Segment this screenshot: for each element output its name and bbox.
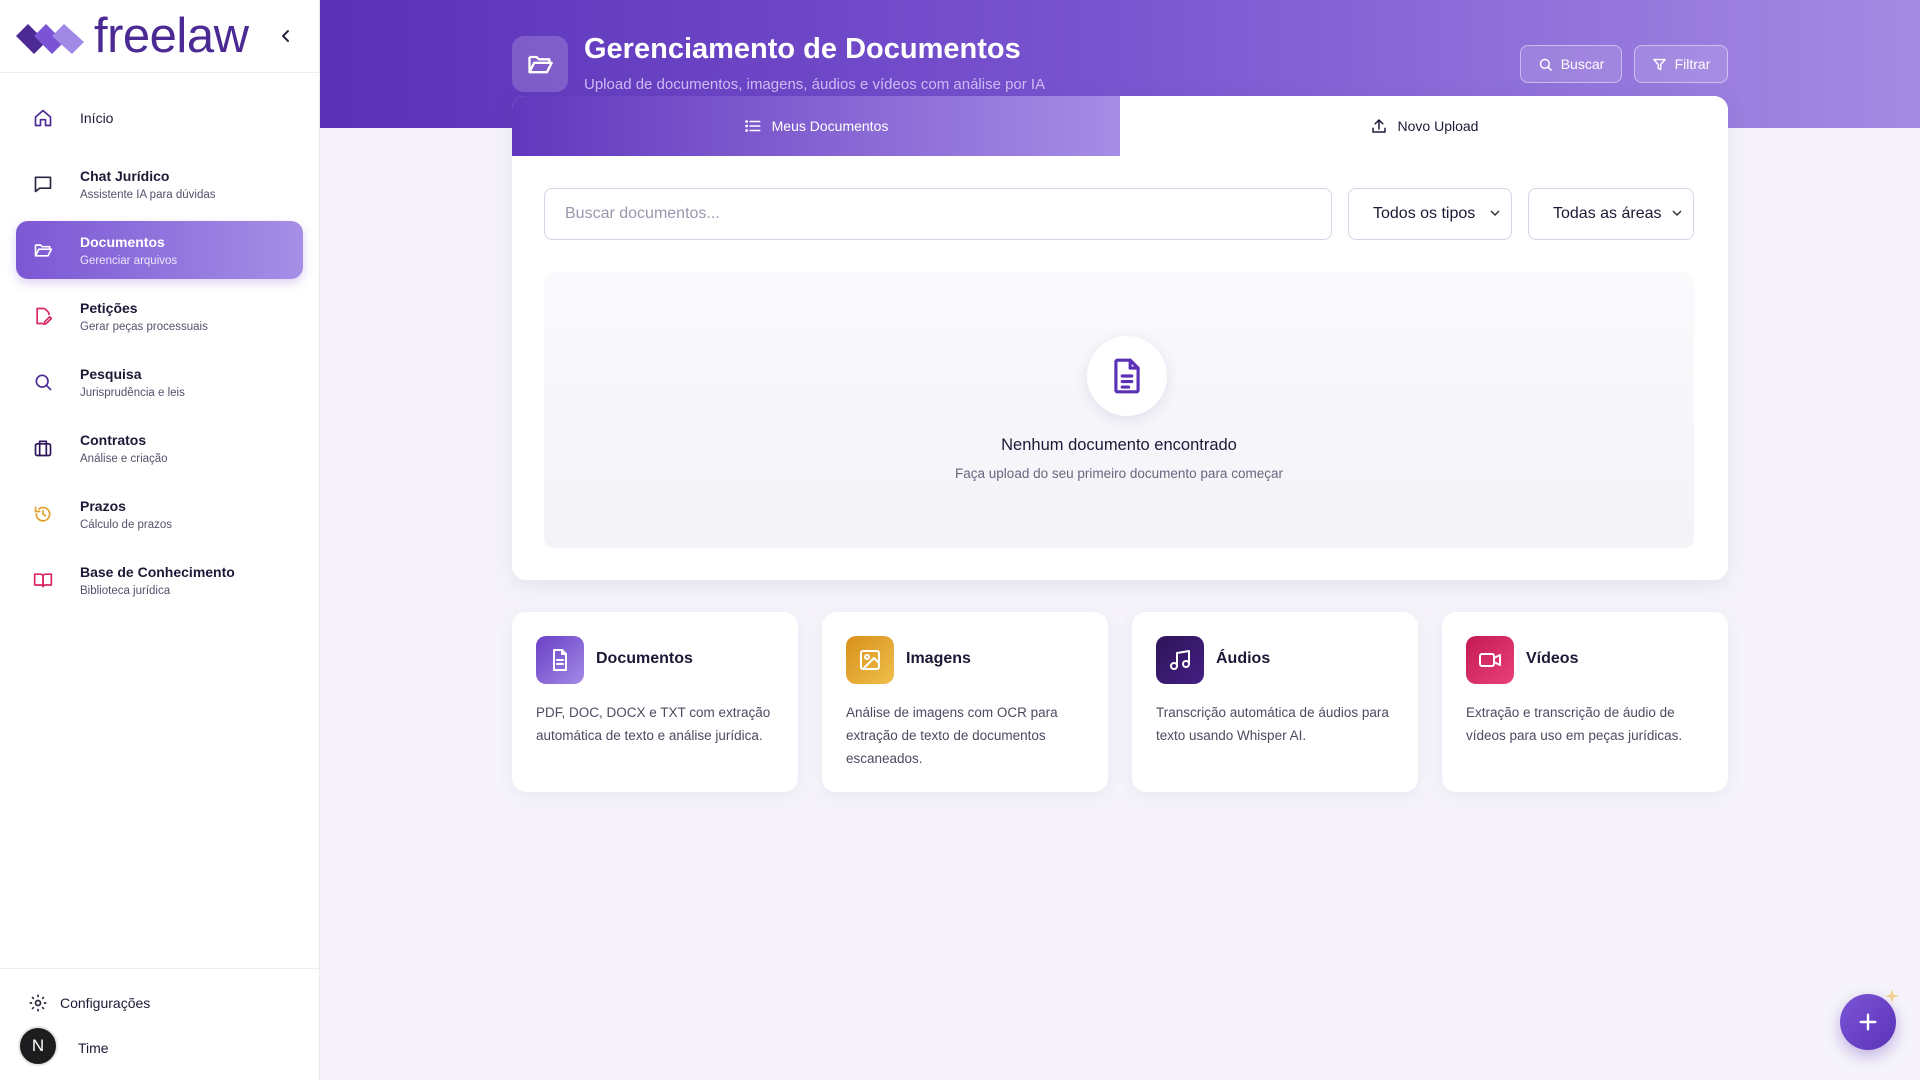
chevron-left-icon — [282, 30, 289, 42]
folder-open-icon — [32, 239, 54, 261]
sidebar-item-label: Documentos — [80, 233, 165, 250]
freelaw-logo-icon — [16, 24, 84, 54]
feature-card-documentos: Documentos PDF, DOC, DOCX e TXT com extr… — [512, 612, 798, 792]
sidebar-item-pesquisa[interactable]: Pesquisa Jurisprudência e leis — [16, 353, 303, 411]
open-book-icon — [32, 569, 54, 591]
sidebar-item-documentos[interactable]: Documentos Gerenciar arquivos — [16, 221, 303, 279]
gear-icon — [29, 994, 47, 1012]
sidebar-item-base-de-conhecimento[interactable]: Base de Conhecimento Biblioteca jurídica — [16, 551, 303, 609]
document-icon — [536, 636, 584, 684]
feature-description: Extração e transcrição de áudio de vídeo… — [1466, 705, 1683, 743]
sidebar-item-label: Início — [80, 110, 114, 126]
feature-title: Vídeos — [1526, 650, 1579, 667]
list-icon — [744, 120, 761, 132]
sidebar-item-sublabel: Assistente IA para dúvidas — [80, 188, 216, 201]
tab-novo-upload[interactable]: Novo Upload — [1120, 96, 1728, 156]
page-title: Gerenciamento de Documentos — [584, 33, 1021, 65]
avatar: N — [18, 1026, 58, 1066]
sidebar-item-sublabel: Gerar peças processuais — [80, 320, 208, 333]
history-clock-icon — [32, 503, 54, 525]
home-icon — [32, 107, 54, 129]
feature-description: Transcrição automática de áudios para te… — [1156, 705, 1389, 743]
settings-link[interactable]: Configurações — [28, 993, 150, 1013]
brand-name: freelaw — [94, 8, 249, 63]
search-icon — [1539, 58, 1552, 71]
sidebar-item-sublabel: Análise e criação — [80, 452, 168, 465]
feature-card-audios: Áudios Transcrição automática de áudios … — [1132, 612, 1418, 792]
sidebar-item-contratos[interactable]: Contratos Análise e criação — [16, 419, 303, 477]
sidebar-item-label: Contratos — [80, 431, 147, 448]
briefcase-icon — [32, 437, 54, 459]
sidebar-item-label: Prazos — [80, 497, 126, 514]
search-button[interactable]: Buscar — [1520, 45, 1622, 83]
video-icon — [1466, 636, 1514, 684]
settings-label: Configurações — [60, 995, 151, 1011]
feature-card-imagens: Imagens Análise de imagens com OCR para … — [822, 612, 1108, 792]
chevron-down-icon — [1672, 210, 1682, 217]
sidebar-item-inicio[interactable]: Início — [16, 89, 303, 147]
tab-bar: Meus Documentos Novo Upload — [512, 96, 1728, 156]
document-search-input[interactable] — [544, 188, 1332, 240]
documents-panel: Meus Documentos Novo Upload Todos os tip… — [512, 96, 1728, 580]
area-filter-value: Todas as áreas — [1553, 205, 1662, 222]
feature-title: Documentos — [596, 650, 693, 667]
plus-icon — [1859, 1013, 1877, 1031]
user-name: Time — [78, 1040, 109, 1056]
sidebar: freelaw Início Chat Jurídico Assistente … — [0, 0, 320, 1080]
type-filter-value: Todos os tipos — [1373, 205, 1476, 222]
document-icon — [1087, 336, 1167, 416]
sidebar-item-sublabel: Cálculo de prazos — [80, 518, 173, 531]
feature-description: Análise de imagens com OCR para extração… — [846, 705, 1058, 766]
empty-state: Nenhum documento encontrado Faça upload … — [544, 272, 1694, 548]
feature-card-videos: Vídeos Extração e transcrição de áudio d… — [1442, 612, 1728, 792]
filter-button-label: Filtrar — [1674, 56, 1711, 72]
type-filter-select[interactable]: Todos os tipos — [1348, 188, 1512, 240]
brand: freelaw — [0, 0, 319, 73]
sidebar-item-sublabel: Gerenciar arquivos — [80, 254, 178, 267]
feature-description: PDF, DOC, DOCX e TXT com extração automá… — [536, 705, 771, 743]
sidebar-item-prazos[interactable]: Prazos Cálculo de prazos — [16, 485, 303, 543]
tab-meus-documentos[interactable]: Meus Documentos — [512, 96, 1120, 156]
feature-title: Imagens — [906, 650, 971, 667]
feature-title: Áudios — [1216, 650, 1271, 667]
chat-bubble-icon — [32, 173, 54, 195]
sparkle-icon — [1885, 989, 1899, 1003]
sidebar-item-label: Pesquisa — [80, 365, 142, 382]
empty-state-subtitle: Faça upload do seu primeiro documento pa… — [955, 466, 1283, 481]
filter-button[interactable]: Filtrar — [1634, 45, 1728, 83]
sidebar-item-sublabel: Biblioteca jurídica — [80, 584, 171, 597]
sidebar-item-peticoes[interactable]: Petições Gerar peças processuais — [16, 287, 303, 345]
image-icon — [846, 636, 894, 684]
filter-icon — [1652, 58, 1666, 70]
sidebar-nav: Início Chat Jurídico Assistente IA para … — [0, 73, 319, 609]
sidebar-item-label: Chat Jurídico — [80, 167, 170, 184]
sidebar-item-sublabel: Jurisprudência e leis — [80, 386, 185, 399]
area-filter-select[interactable]: Todas as áreas — [1528, 188, 1694, 240]
collapse-sidebar-button[interactable] — [276, 26, 296, 46]
tab-label: Novo Upload — [1397, 118, 1479, 134]
search-icon — [32, 371, 54, 393]
sidebar-item-chat-juridico[interactable]: Chat Jurídico Assistente IA para dúvidas — [16, 155, 303, 213]
page-folder-icon — [512, 36, 568, 92]
music-note-icon — [1156, 636, 1204, 684]
sidebar-item-label: Petições — [80, 299, 138, 316]
sidebar-item-label: Base de Conhecimento — [80, 563, 235, 580]
upload-icon — [1371, 119, 1386, 133]
tab-label: Meus Documentos — [771, 118, 889, 134]
sidebar-footer: Configurações N Time — [0, 968, 320, 1080]
document-edit-icon — [32, 305, 54, 327]
chevron-down-icon — [1490, 210, 1500, 217]
page-subtitle: Upload de documentos, imagens, áudios e … — [584, 76, 1046, 93]
search-button-label: Buscar — [1560, 56, 1605, 72]
empty-state-title: Nenhum documento encontrado — [1001, 436, 1237, 454]
user-profile[interactable]: N Time — [18, 1026, 109, 1066]
